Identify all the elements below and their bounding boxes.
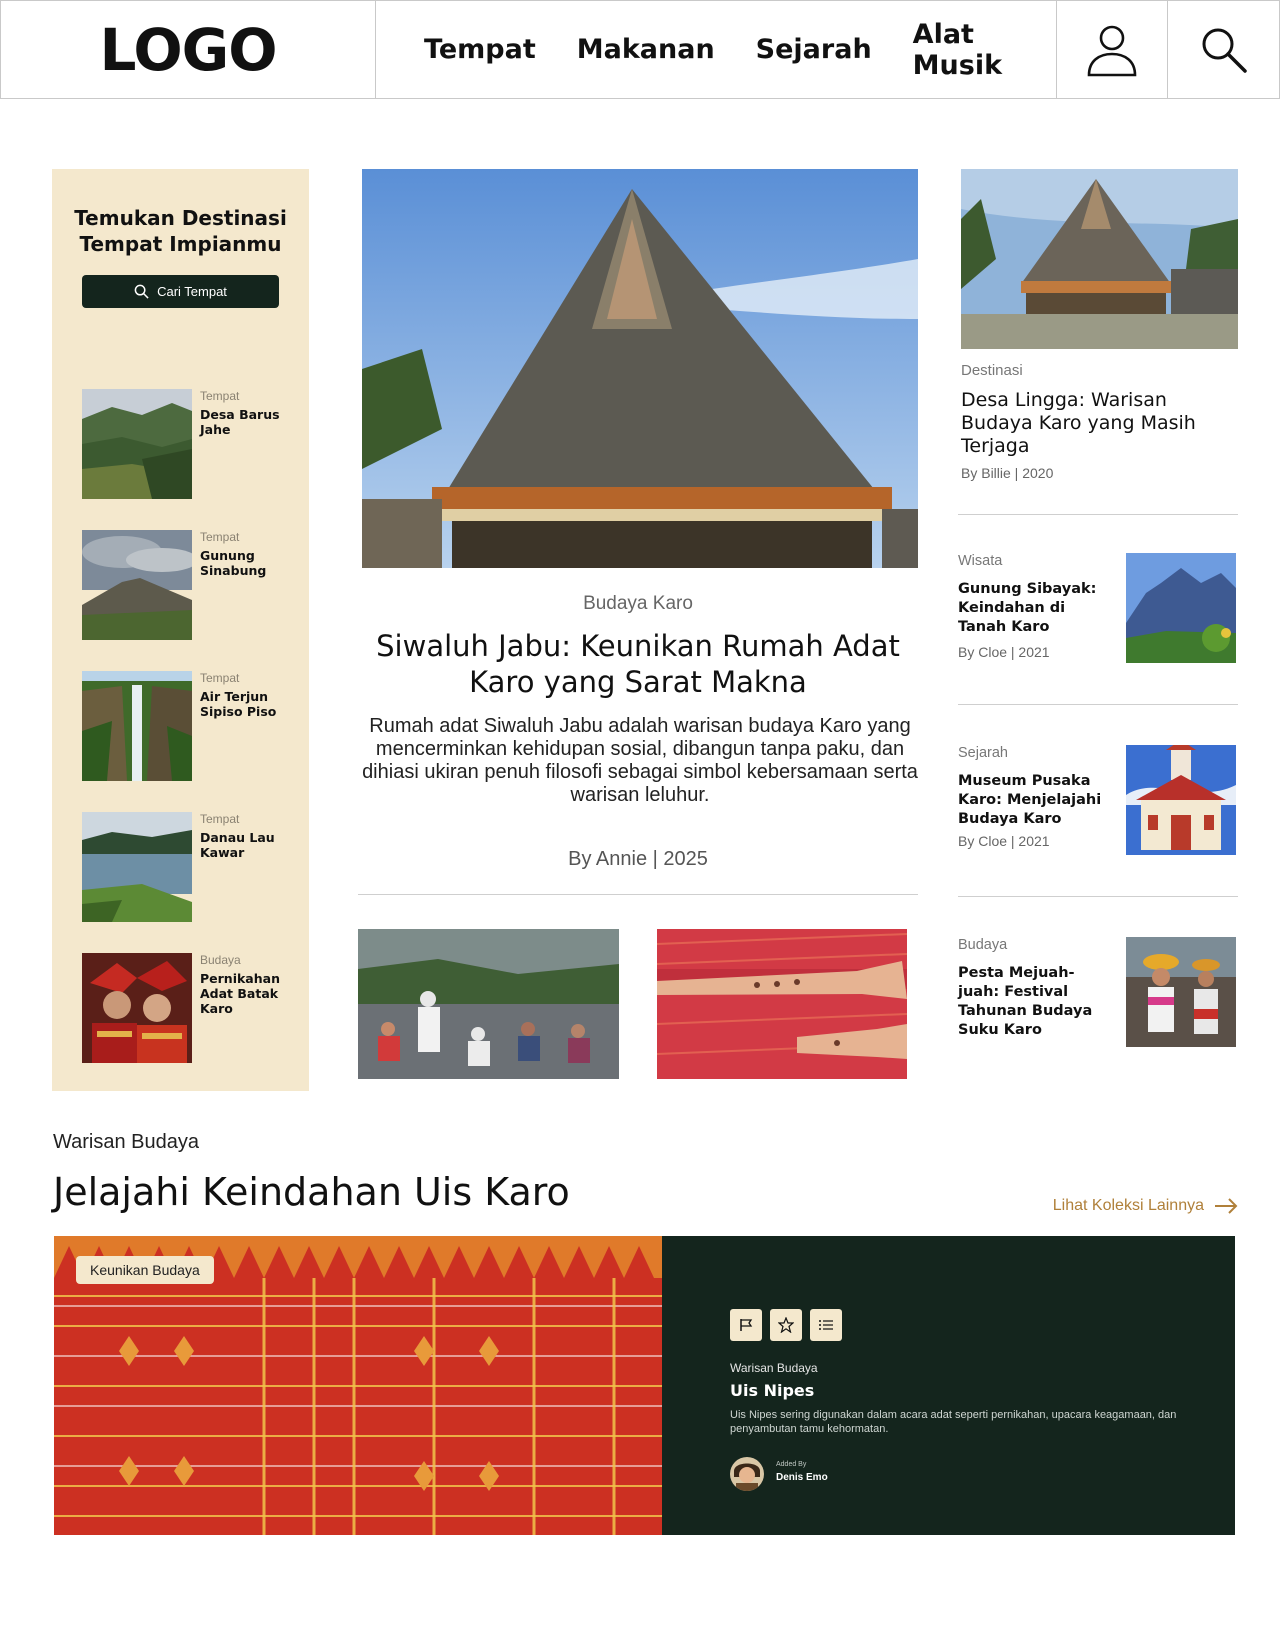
arrow-right-icon [1215, 1198, 1238, 1214]
right-item-category: Wisata [958, 553, 1003, 569]
avatar[interactable] [730, 1457, 764, 1491]
list-button[interactable] [810, 1309, 842, 1341]
logo[interactable]: LOGO [99, 16, 277, 84]
favorite-button[interactable] [770, 1309, 802, 1341]
author-name[interactable]: Denis Emo [776, 1472, 828, 1483]
card-title[interactable]: Uis Nipes [730, 1381, 814, 1400]
right-item-museum-pusaka[interactable]: Sejarah Museum Pusaka Karo: Menjelajahi … [958, 745, 1238, 857]
nav-item-makanan[interactable]: Makanan [577, 34, 715, 65]
sidebar-item-gunung-sinabung[interactable]: Tempat Gunung Sinabung [82, 530, 292, 640]
logo-container[interactable]: LOGO [1, 1, 376, 98]
flag-button[interactable] [730, 1309, 762, 1341]
search-place-label: Cari Tempat [157, 284, 227, 299]
sidebar-title-line2: Tempat Impianmu [79, 232, 282, 256]
sidebar-item-name[interactable]: Pernikahan Adat Batak Karo [200, 971, 292, 1016]
featured-house-image[interactable] [362, 169, 918, 568]
featured-divider [358, 894, 918, 895]
sidebar-item-meta: Tempat Gunung Sinabung [200, 530, 292, 578]
right-divider [958, 704, 1238, 705]
sidebar-item-name[interactable]: Danau Lau Kawar [200, 830, 292, 860]
site-header: LOGO Tempat Makanan Sejarah Alat Musik [0, 0, 1280, 99]
sidebar-item-name[interactable]: Desa Barus Jahe [200, 407, 292, 437]
right-item-category: Sejarah [958, 745, 1008, 761]
card-actions [730, 1309, 842, 1341]
mountain-image[interactable] [1126, 553, 1236, 663]
profile-button[interactable] [1057, 1, 1168, 98]
right-item-byline: By Cloe | 2021 [958, 644, 1050, 660]
desa-lingga-image[interactable] [961, 169, 1238, 349]
sidebar-item-name[interactable]: Air Terjun Sipiso Piso [200, 689, 292, 719]
wedding-image[interactable] [82, 953, 192, 1063]
sidebar-item-danau-lau-kawar[interactable]: Tempat Danau Lau Kawar [82, 812, 292, 922]
right-top-category: Destinasi [961, 362, 1023, 379]
right-item-title[interactable]: Pesta Mejuah-juah: Festival Tahunan Buda… [958, 964, 1113, 1040]
nav-item-sejarah[interactable]: Sejarah [756, 34, 872, 65]
sidebar-item-meta: Budaya Pernikahan Adat Batak Karo [200, 953, 292, 1016]
right-top-byline: By Billie | 2020 [961, 465, 1054, 481]
right-item-pesta-mejuah-juah[interactable]: Budaya Pesta Mejuah-juah: Festival Tahun… [958, 937, 1238, 1049]
search-icon [1202, 28, 1247, 73]
card-description: Uis Nipes sering digunakan dalam acara a… [730, 1409, 1177, 1435]
see-more-link[interactable]: Lihat Koleksi Lainnya [1053, 1197, 1238, 1215]
destination-sidebar: Temukan Destinasi Tempat Impianmu Cari T… [52, 169, 309, 1091]
sidebar-item-pernikahan-adat[interactable]: Budaya Pernikahan Adat Batak Karo [82, 953, 292, 1063]
museum-image[interactable] [1126, 745, 1236, 855]
sidebar-item-name[interactable]: Gunung Sinabung [200, 548, 292, 578]
right-item-byline: By Cloe | 2021 [958, 833, 1050, 849]
sidebar-item-category: Tempat [200, 530, 240, 544]
search-icon [134, 284, 149, 299]
uis-karo-textile-image[interactable]: Keunikan Budaya [54, 1236, 662, 1535]
uis-nipes-card: Warisan Budaya Uis Nipes Uis Nipes serin… [662, 1236, 1235, 1535]
featured-description: Rumah adat Siwaluh Jabu adalah warisan b… [362, 715, 918, 806]
sidebar-item-category: Tempat [200, 812, 240, 826]
culture-badge: Keunikan Budaya [76, 1256, 214, 1284]
waterfall-image[interactable] [82, 671, 192, 781]
star-icon [778, 1317, 794, 1333]
featured-byline: By Annie | 2025 [568, 848, 708, 870]
card-category: Warisan Budaya [730, 1361, 818, 1375]
right-item-gunung-sibayak[interactable]: Wisata Gunung Sibayak: Keindahan di Tana… [958, 553, 1238, 665]
sidebar-item-meta: Tempat Desa Barus Jahe [200, 389, 292, 437]
see-more-label: Lihat Koleksi Lainnya [1052, 1197, 1204, 1214]
flag-icon [740, 1319, 753, 1331]
right-item-title[interactable]: Museum Pusaka Karo: Menjelajahi Budaya K… [958, 772, 1113, 829]
search-button[interactable] [1168, 1, 1279, 98]
ceremony-image[interactable] [358, 929, 619, 1079]
featured-title[interactable]: Siwaluh Jabu: Keunikan Rumah Adat Karo y… [358, 628, 918, 700]
section-label: Warisan Budaya [53, 1131, 199, 1153]
festival-image[interactable] [1126, 937, 1236, 1047]
right-divider [958, 514, 1238, 515]
volcano-image[interactable] [82, 530, 192, 640]
user-icon [1087, 25, 1137, 76]
right-item-title[interactable]: Gunung Sibayak: Keindahan di Tanah Karo [958, 580, 1113, 637]
sidebar-item-category: Tempat [200, 671, 240, 685]
nav-item-alat-musik[interactable]: Alat Musik [913, 19, 1056, 81]
sidebar-item-air-terjun-sipiso-piso[interactable]: Tempat Air Terjun Sipiso Piso [82, 671, 292, 781]
right-top-title[interactable]: Desa Lingga: Warisan Budaya Karo yang Ma… [961, 389, 1231, 458]
nav-item-tempat[interactable]: Tempat [424, 34, 536, 65]
section-title: Jelajahi Keindahan Uis Karo [53, 1170, 570, 1214]
featured-category: Budaya Karo [583, 593, 693, 614]
right-item-category: Budaya [958, 937, 1008, 953]
added-by-label: Added By [776, 1461, 807, 1468]
sidebar-item-category: Tempat [200, 389, 240, 403]
search-place-button[interactable]: Cari Tempat [82, 275, 279, 308]
sidebar-title-line1: Temukan Destinasi [74, 206, 287, 230]
hill-village-image[interactable] [82, 389, 192, 499]
lake-image[interactable] [82, 812, 192, 922]
sidebar-item-desa-barus-jahe[interactable]: Tempat Desa Barus Jahe [82, 389, 292, 499]
right-divider [958, 896, 1238, 897]
sidebar-item-meta: Tempat Air Terjun Sipiso Piso [200, 671, 292, 719]
main-nav: Tempat Makanan Sejarah Alat Musik [376, 1, 1057, 98]
sidebar-item-category: Budaya [200, 953, 241, 967]
flute-instrument-image[interactable] [657, 929, 907, 1079]
sidebar-title: Temukan Destinasi Tempat Impianmu [52, 205, 309, 257]
sidebar-item-meta: Tempat Danau Lau Kawar [200, 812, 292, 860]
list-icon [819, 1320, 833, 1330]
